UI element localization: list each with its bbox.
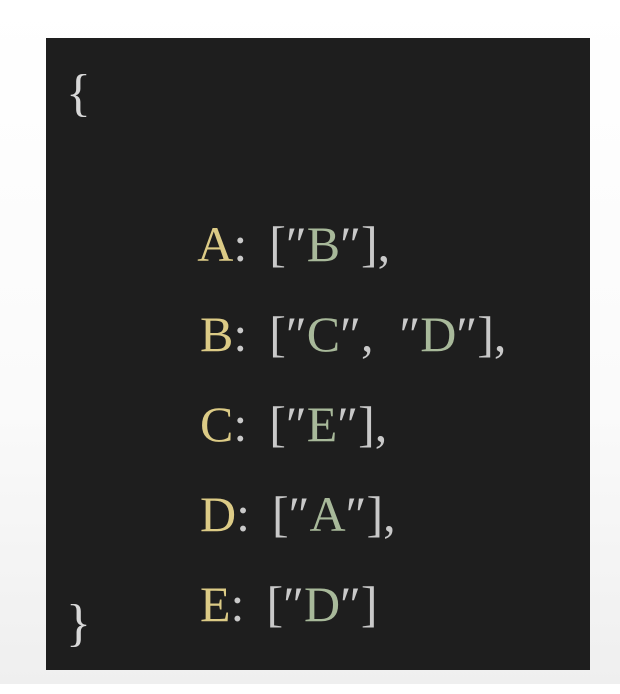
entry-value: D	[420, 306, 457, 362]
close-bracket: ]	[477, 306, 494, 362]
quote-mark: ″	[399, 306, 421, 362]
trailing-comma: ,	[383, 486, 396, 542]
colon: :	[230, 576, 245, 632]
close-bracket: ]	[360, 576, 378, 632]
open-brace: {	[66, 65, 91, 122]
code-panel: { A: [″B″], B: [″C″, ″D″], C: [″E″], D: [″A″]…	[46, 38, 590, 670]
quote-mark: ″	[340, 576, 361, 632]
entry-line: E: [″D″]	[150, 514, 378, 694]
quote-mark: ″	[283, 576, 304, 632]
close-brace: }	[66, 595, 91, 652]
entry-key: E	[200, 576, 231, 632]
open-bracket: [	[266, 576, 284, 632]
entry-value: D	[303, 576, 341, 632]
quote-mark: ″	[456, 306, 478, 362]
trailing-comma: ,	[493, 306, 507, 362]
